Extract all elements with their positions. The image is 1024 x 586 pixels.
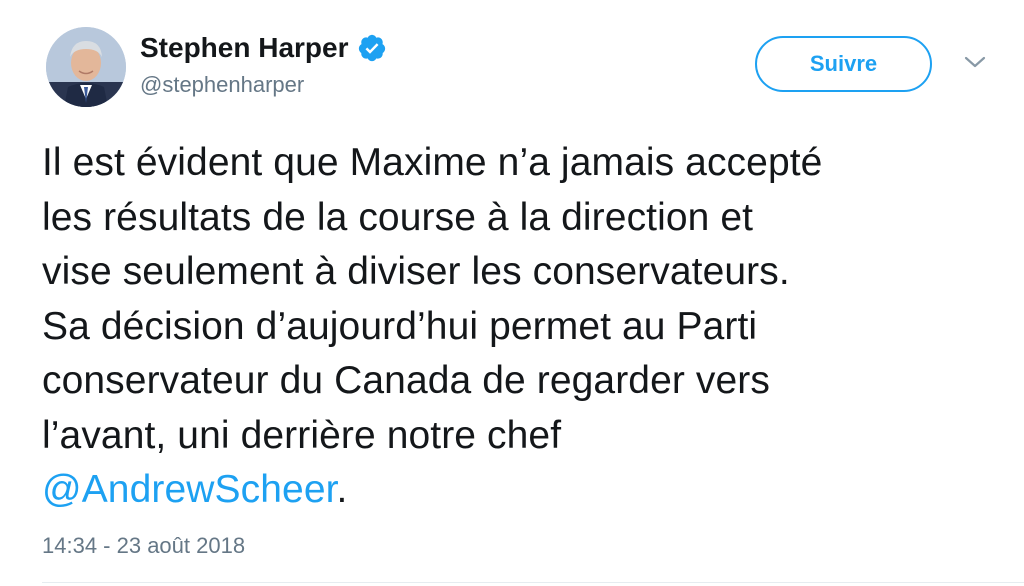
mention-link[interactable]: @AndrewScheer xyxy=(42,468,337,511)
author-name-row: Stephen Harper xyxy=(140,32,387,64)
tweet-text-line-last: @AndrewScheer. xyxy=(42,463,1002,518)
tweet-text: Il est évident que Maxime n’a jamais acc… xyxy=(42,136,1002,518)
tweet-text-line: Il est évident que Maxime n’a jamais acc… xyxy=(42,141,823,184)
tweet-timestamp[interactable]: 14:34 - 23 août 2018 xyxy=(42,533,245,559)
author-handle[interactable]: @stephenharper xyxy=(140,72,304,98)
verified-badge-icon xyxy=(358,34,385,62)
avatar[interactable] xyxy=(46,27,126,107)
mention-suffix: . xyxy=(336,468,348,511)
tweet-text-line: vise seulement à diviser les conservateu… xyxy=(42,250,790,293)
tweet-text-line: l’avant, uni derrière notre chef xyxy=(42,413,562,457)
divider xyxy=(42,582,1024,583)
tweet-text-line: Sa décision d’aujourd’hui permet au Part… xyxy=(42,304,758,348)
tweet-text-line: les résultats de la course à la directio… xyxy=(42,195,754,239)
chevron-down-icon[interactable] xyxy=(962,52,988,72)
tweet-text-line: conservateur du Canada de regarder vers xyxy=(42,359,770,402)
follow-button[interactable]: Suivre xyxy=(755,36,932,92)
tweet-card: Stephen Harper @stephenharper Suivre Il … xyxy=(0,0,1024,586)
author-display-name[interactable]: Stephen Harper xyxy=(140,32,349,64)
profile-photo-icon xyxy=(46,27,126,107)
